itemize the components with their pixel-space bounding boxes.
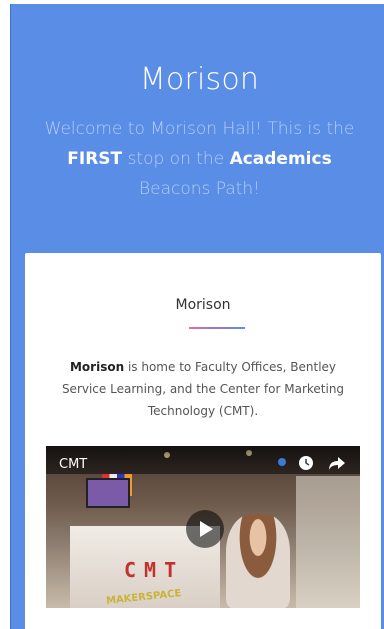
hero-welcome-text: Welcome to Morison Hall! This is the FIR… [33,114,366,204]
content-card: Morison Morison is home to Faculty Offic… [25,253,381,629]
hero-text-part: Welcome to Morison Hall! This is the [44,119,355,139]
hero-text-part: stop on the [122,149,230,169]
video-indicator-dot [278,458,286,466]
card-description: Morison is home to Faculty Offices, Bent… [55,356,351,422]
video-scene-glass [296,476,360,608]
card-title: Morison [175,297,231,313]
card-description-bold: Morison [69,360,125,374]
hero-text-academics: Academics [229,149,332,169]
play-icon[interactable] [186,510,224,548]
hero-text-part: Beacons Path! [139,179,260,199]
hero-text-first: FIRST [67,149,123,169]
video-title[interactable]: CMT [59,457,87,472]
page-frame: Morison Welcome to Morison Hall! This is… [10,4,384,629]
video-scene-person [226,514,290,608]
title-divider [189,327,245,329]
watch-later-icon[interactable] [298,455,314,471]
share-icon[interactable] [328,455,346,471]
video-scene-sign: CMT [124,558,185,582]
hero-title: Morison [139,62,260,97]
video-player[interactable]: CMT MAKERSPACE CMT [46,446,360,608]
hero-section: Morison Welcome to Morison Hall! This is… [11,4,384,254]
video-scene-monitor [86,478,130,508]
